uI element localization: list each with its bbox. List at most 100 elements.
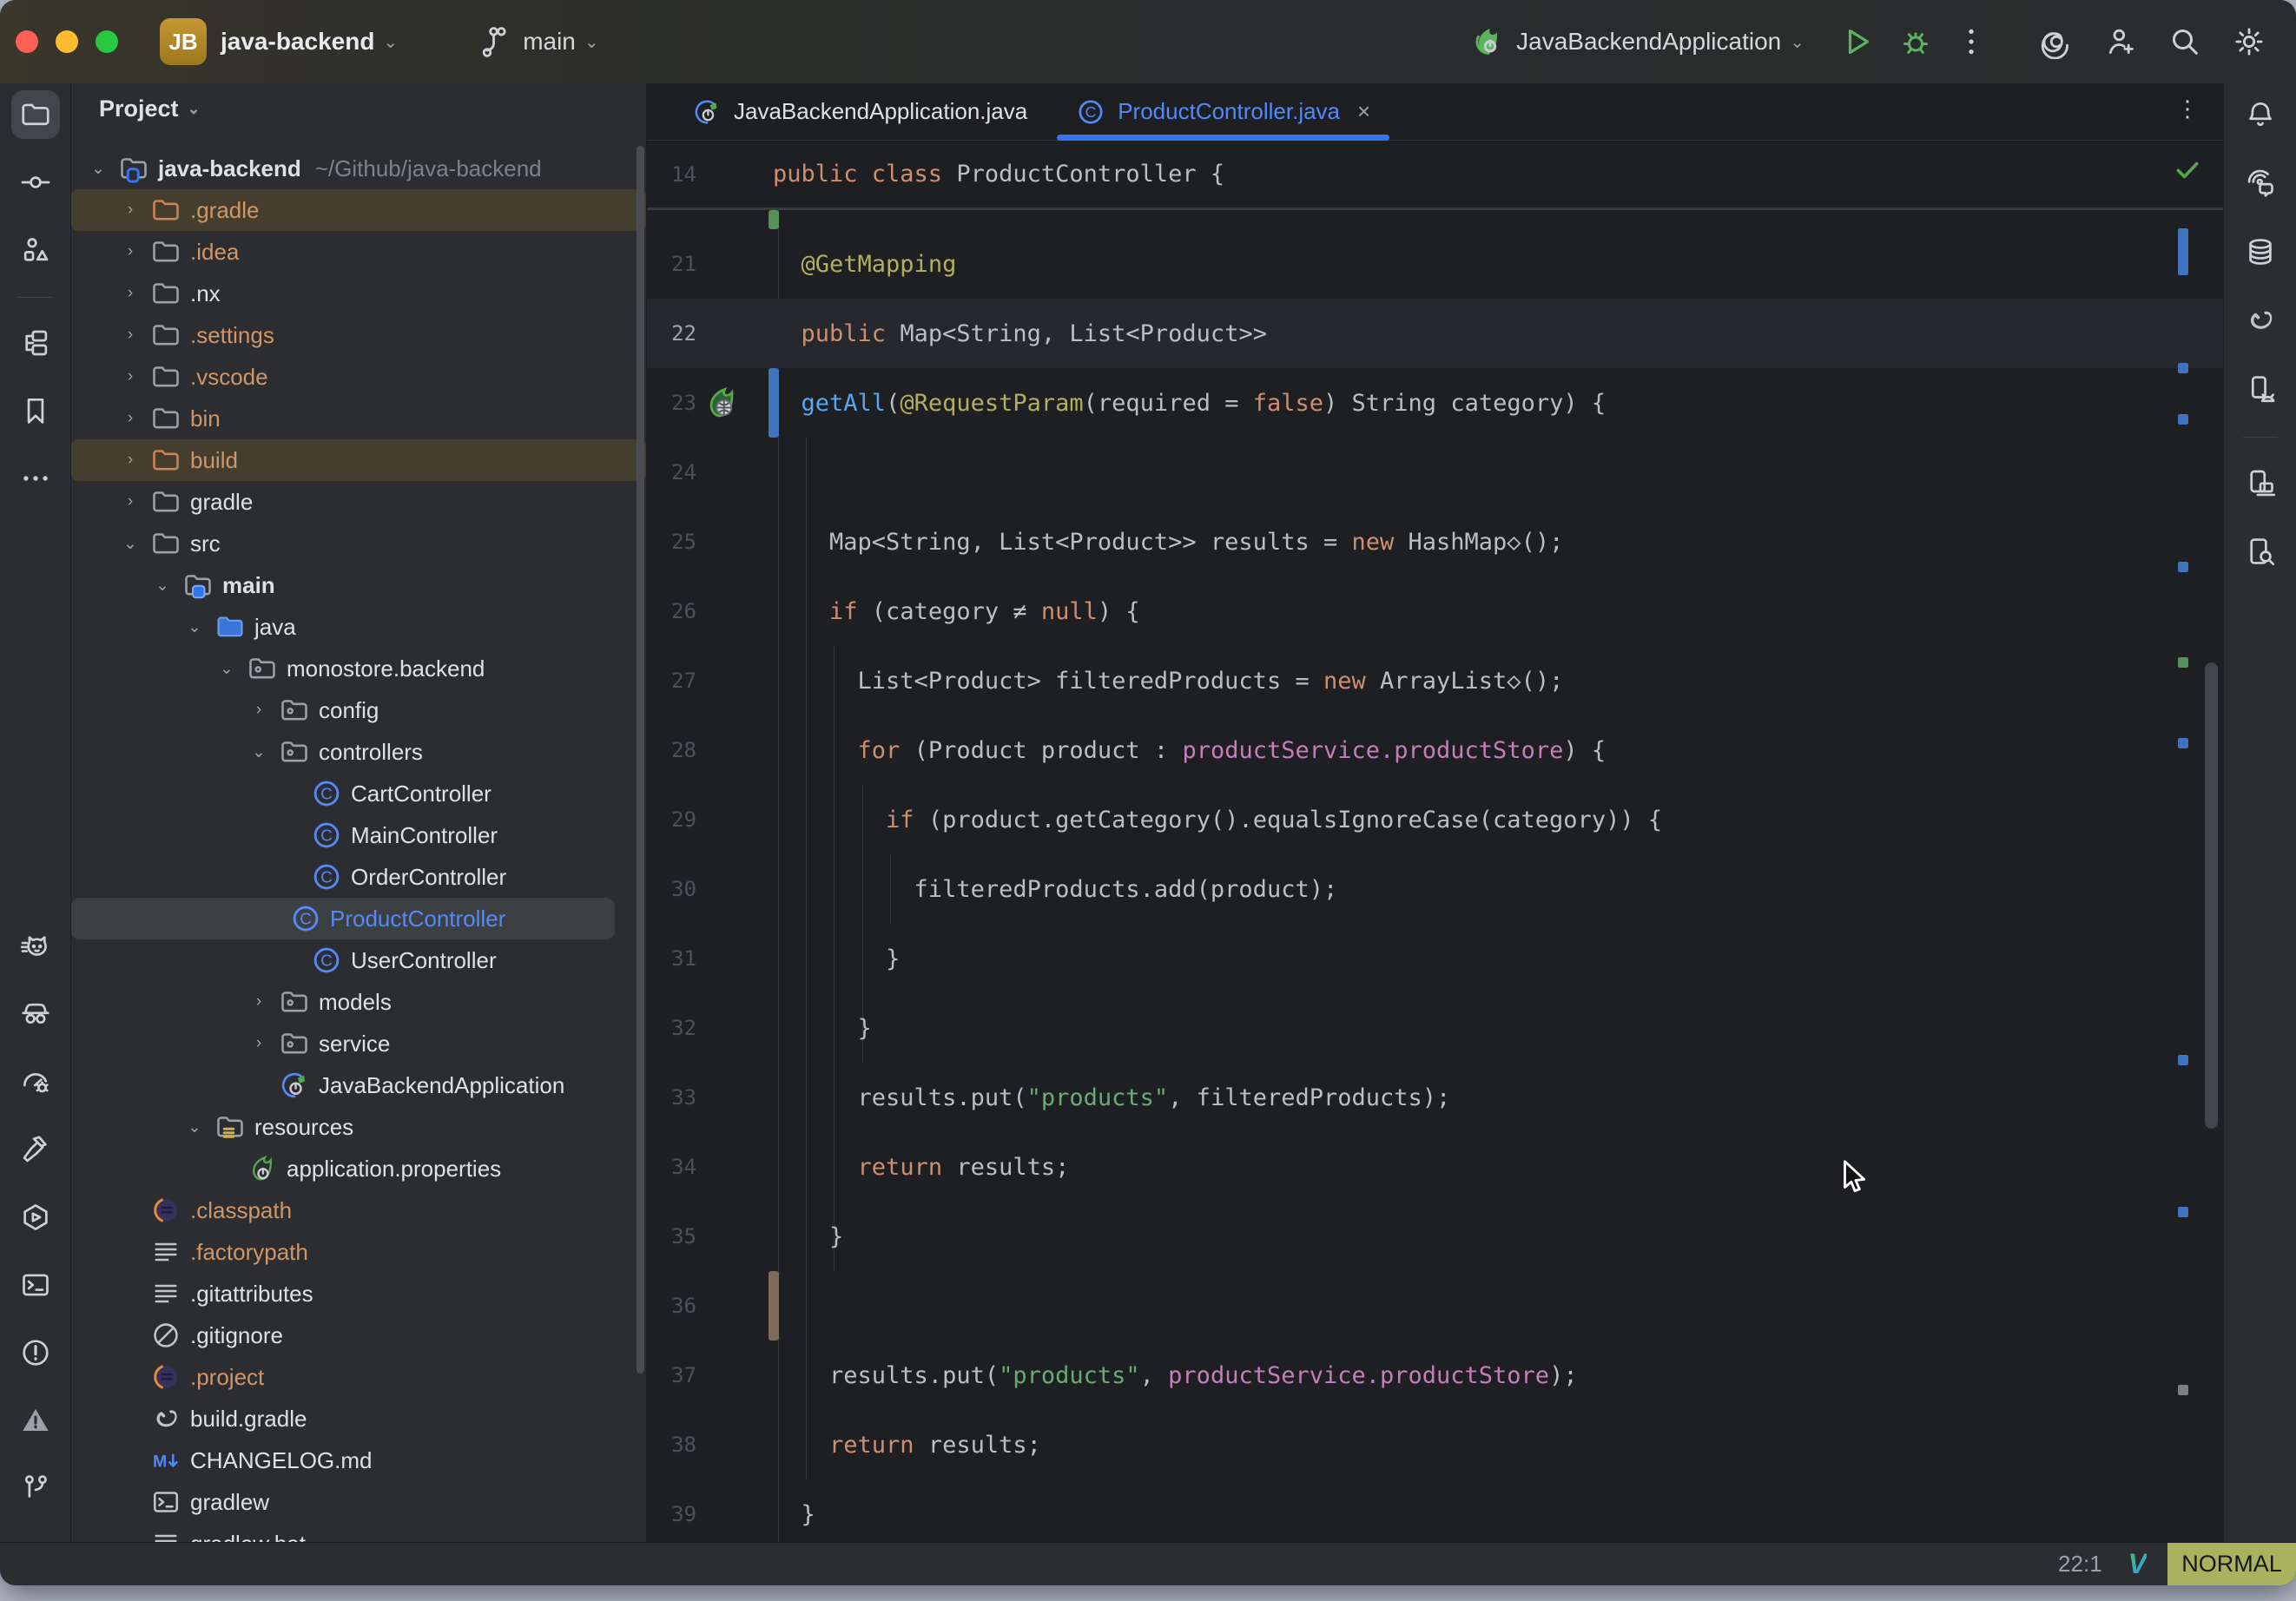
branch-name[interactable]: main [523, 28, 576, 56]
project-tree-scrollbar[interactable] [637, 146, 644, 1374]
gradle-button[interactable] [2236, 296, 2285, 345]
code-line-30[interactable]: 30 filteredProducts.add(product); [647, 854, 2223, 924]
services-button[interactable] [11, 1193, 60, 1242]
more-run-options-icon[interactable] [1954, 24, 1989, 59]
code-line-39[interactable]: 39 } [647, 1479, 2223, 1542]
tree-item--gradle[interactable]: ›.gradle [71, 189, 646, 231]
problems-button[interactable] [11, 1328, 60, 1377]
code-line-21[interactable]: 21 @GetMapping [647, 229, 2223, 299]
code-line-35[interactable]: 35 } [647, 1202, 2223, 1271]
code-line-32[interactable]: 32 } [647, 993, 2223, 1063]
more-button[interactable] [11, 454, 60, 503]
tree-item-maincontroller[interactable]: CMainController [71, 814, 646, 856]
vcs-added-marker[interactable] [769, 210, 779, 229]
tree-item-cartcontroller[interactable]: CCartController [71, 773, 646, 814]
vcs-whitespace-marker[interactable] [769, 1271, 779, 1341]
tree-item--factorypath[interactable]: .factorypath [71, 1231, 646, 1273]
run-button[interactable] [1839, 24, 1874, 59]
chevron-collapsed-icon[interactable]: › [115, 242, 145, 261]
tree-item--gitignore[interactable]: .gitignore [71, 1314, 646, 1356]
error-stripe-mark[interactable] [2178, 363, 2188, 373]
tree-item-java-backend[interactable]: ⌄java-backend~/Github/java-backend [71, 148, 646, 189]
structure-button[interactable] [11, 226, 60, 274]
build-hammer-button[interactable] [11, 1125, 60, 1174]
tab-options-icon[interactable]: ⋮ [2176, 96, 2199, 122]
code-line-34[interactable]: 34 return results; [647, 1132, 2223, 1202]
tree-item-config[interactable]: ›config [71, 689, 646, 731]
chevron-expanded-icon[interactable]: ⌄ [212, 659, 241, 679]
error-stripe-mark[interactable] [2178, 738, 2188, 748]
code-line-28[interactable]: 28 for (Product product : productService… [647, 715, 2223, 785]
tree-item-build[interactable]: ›build [71, 439, 646, 481]
cat-button[interactable] [11, 922, 60, 971]
project-folder-button[interactable] [11, 90, 60, 139]
error-stripe-mark[interactable] [2178, 414, 2188, 425]
code-line-36[interactable]: 36 [647, 1271, 2223, 1341]
tree-item-gradlew-bat[interactable]: gradlew.bat [71, 1523, 646, 1542]
tree-item-productcontroller[interactable]: CProductController [71, 898, 615, 939]
tree-item--classpath[interactable]: .classpath [71, 1189, 646, 1231]
code-editor[interactable]: 14 public class ProductController { 21 @… [647, 141, 2223, 1542]
device-android-button[interactable] [2236, 365, 2285, 413]
vcs-modified-marker[interactable] [769, 368, 779, 438]
code-line-33[interactable]: 33 results.put("products", filteredProdu… [647, 1063, 2223, 1132]
chevron-expanded-icon[interactable]: ⌄ [244, 742, 274, 762]
code-with-me-icon[interactable] [2103, 24, 2138, 59]
close-window-button[interactable] [16, 30, 38, 53]
chevron-collapsed-icon[interactable]: › [115, 492, 145, 511]
chevron-collapsed-icon[interactable]: › [115, 284, 145, 303]
code-line-29[interactable]: 29 if (product.getCategory().equalsIgnor… [647, 785, 2223, 854]
tree-item-java[interactable]: ⌄java [71, 606, 646, 648]
chevron-expanded-icon[interactable]: ⌄ [180, 1117, 209, 1137]
tree-item-application-properties[interactable]: application.properties [71, 1148, 646, 1189]
bookmarks-button[interactable] [11, 386, 60, 435]
error-stripe-mark[interactable] [2178, 1385, 2188, 1395]
tree-item-usercontroller[interactable]: CUserController [71, 939, 646, 981]
spring-bean-icon[interactable] [703, 384, 741, 422]
tree-item-controllers[interactable]: ⌄controllers [71, 731, 646, 773]
tab-javabackendapplication-java[interactable]: JavaBackendApplication.java [668, 83, 1052, 140]
zoom-window-button[interactable] [96, 30, 118, 53]
error-stripe-mark[interactable] [2178, 228, 2188, 275]
chevron-collapsed-icon[interactable]: › [244, 1034, 274, 1053]
profiler-button[interactable] [11, 1057, 60, 1106]
chevron-expanded-icon[interactable]: ⌄ [180, 617, 209, 637]
tree-item-changelog-md[interactable]: MCHANGELOG.md [71, 1440, 646, 1481]
tree-item-javabackendapplication[interactable]: JavaBackendApplication [71, 1064, 646, 1106]
chevron-collapsed-icon[interactable]: › [115, 409, 145, 428]
code-line-37[interactable]: 37 results.put("products", productServic… [647, 1341, 2223, 1410]
editor-scrollbar[interactable] [2205, 662, 2218, 1129]
warning-button[interactable] [11, 1396, 60, 1445]
chevron-expanded-icon[interactable]: ⌄ [83, 159, 113, 179]
code-line-27[interactable]: 27 List<Product> filteredProducts = new … [647, 646, 2223, 715]
debug-button[interactable] [1898, 24, 1933, 59]
ai-assistant-icon[interactable] [2039, 24, 2074, 59]
code-line-24[interactable]: 24 [647, 438, 2223, 507]
chevron-collapsed-icon[interactable]: › [115, 367, 145, 386]
chevron-down-icon[interactable]: ⌄ [584, 31, 599, 53]
code-line-26[interactable]: 26 if (category ≠ null) { [647, 576, 2223, 646]
chevron-down-icon[interactable]: ⌄ [383, 31, 398, 53]
tree-item-bin[interactable]: ›bin [71, 398, 646, 439]
tree-item--gitattributes[interactable]: .gitattributes [71, 1273, 646, 1314]
chevron-expanded-icon[interactable]: ⌄ [148, 576, 177, 596]
chevron-collapsed-icon[interactable]: › [244, 992, 274, 1011]
tree-item-models[interactable]: ›models [71, 981, 646, 1023]
chevron-collapsed-icon[interactable]: › [244, 701, 274, 720]
inspections-ok-icon[interactable] [2173, 155, 2202, 184]
tree-item-build-gradle[interactable]: build.gradle [71, 1398, 646, 1440]
chevron-down-icon[interactable]: ⌄ [1790, 31, 1804, 53]
search-icon[interactable] [2167, 24, 2202, 59]
error-stripe-mark[interactable] [2178, 1055, 2188, 1065]
chevron-collapsed-icon[interactable]: › [115, 451, 145, 470]
tree-item-monostore-backend[interactable]: ⌄monostore.backend [71, 648, 646, 689]
tree-item--settings[interactable]: ›.settings [71, 314, 646, 356]
terminal-button[interactable] [11, 1261, 60, 1309]
hierarchy-button[interactable] [11, 319, 60, 367]
chevron-expanded-icon[interactable]: ⌄ [115, 534, 145, 554]
project-view-selector[interactable]: Project [99, 96, 179, 122]
tree-item--vscode[interactable]: ›.vscode [71, 356, 646, 398]
ideavim-icon[interactable]: V [2128, 1548, 2147, 1580]
chevron-down-icon[interactable]: ⌄ [188, 100, 201, 118]
tree-item--nx[interactable]: ›.nx [71, 273, 646, 314]
